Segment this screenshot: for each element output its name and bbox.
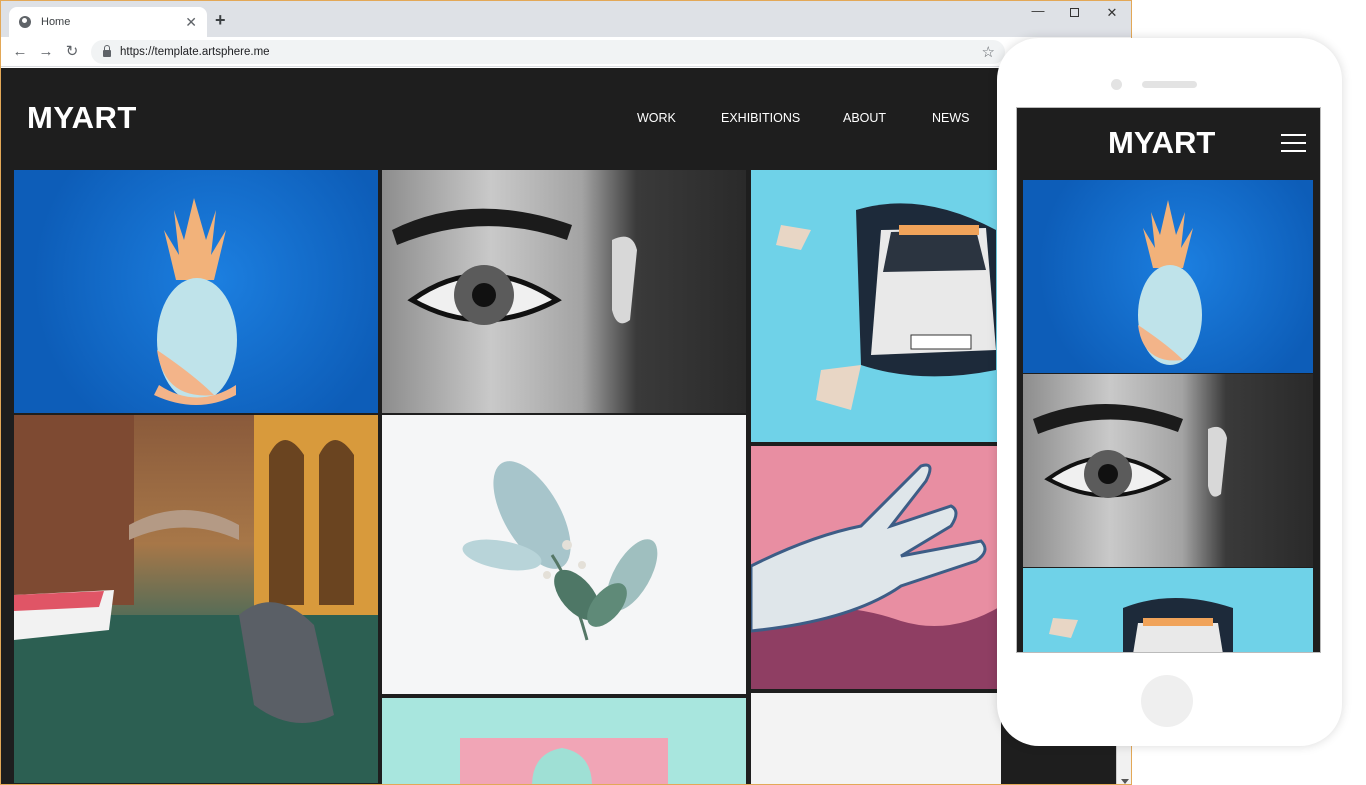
phone-mockup: MYART (997, 38, 1342, 746)
phone-eye-mural-artwork[interactable] (1023, 374, 1313, 567)
browser-toolbar: ← → ↻ https://template.artsphere.me ☆ (1, 37, 1131, 67)
phone-pineapple-artwork[interactable] (1023, 180, 1313, 373)
mint-bust-artwork[interactable] (382, 698, 746, 784)
phone-camera-icon (1111, 79, 1122, 90)
tab-bar: Home ✕ + — ✕ (1, 1, 1131, 37)
pineapple-artwork[interactable] (14, 170, 378, 413)
globe-icon (19, 16, 31, 28)
flower-still-life[interactable] (382, 415, 746, 694)
new-tab-button[interactable]: + (215, 11, 226, 29)
site-logo[interactable]: MYART (27, 100, 137, 136)
minimize-icon[interactable]: — (1023, 3, 1053, 18)
back-arrow-icon[interactable]: ← (10, 42, 30, 62)
reload-icon[interactable]: ↻ (62, 42, 82, 62)
close-icon[interactable]: ✕ (1097, 5, 1127, 21)
hamburger-icon[interactable] (1281, 134, 1306, 154)
scroll-down-icon[interactable] (1121, 779, 1129, 784)
tab-close-icon[interactable]: ✕ (185, 15, 197, 29)
tab-title: Home (41, 16, 71, 28)
white-sculpture-artwork[interactable] (751, 693, 1001, 784)
painted-hand-artwork[interactable] (751, 446, 1001, 689)
browser-tab[interactable]: Home ✕ (9, 7, 207, 37)
star-icon[interactable]: ☆ (982, 43, 995, 61)
nav-exhibitions[interactable]: EXHIBITIONS (721, 111, 800, 125)
maximize-icon[interactable] (1059, 5, 1089, 20)
venice-canal-photo[interactable] (14, 415, 378, 783)
phone-car-mural-artwork[interactable] (1023, 568, 1313, 652)
url-text[interactable]: https://template.artsphere.me (120, 46, 270, 58)
forward-arrow-icon[interactable]: → (36, 42, 56, 62)
phone-screen: MYART (1016, 107, 1321, 653)
nav-about[interactable]: ABOUT (843, 111, 886, 125)
web-page: MYART WORK EXHIBITIONS ABOUT NEWS (1, 68, 1116, 784)
phone-site-logo[interactable]: MYART (1108, 125, 1215, 161)
nav-news[interactable]: NEWS (932, 111, 970, 125)
lock-icon (103, 45, 111, 57)
address-bar[interactable]: https://template.artsphere.me ☆ (91, 40, 1005, 64)
eye-mural-artwork[interactable] (382, 170, 746, 413)
phone-speaker (1142, 81, 1197, 88)
phone-home-button[interactable] (1141, 675, 1193, 727)
browser-window: Home ✕ + — ✕ ← → ↻ https://template.arts… (0, 0, 1132, 785)
car-mural-artwork[interactable] (751, 170, 1001, 442)
nav-work[interactable]: WORK (637, 111, 676, 125)
